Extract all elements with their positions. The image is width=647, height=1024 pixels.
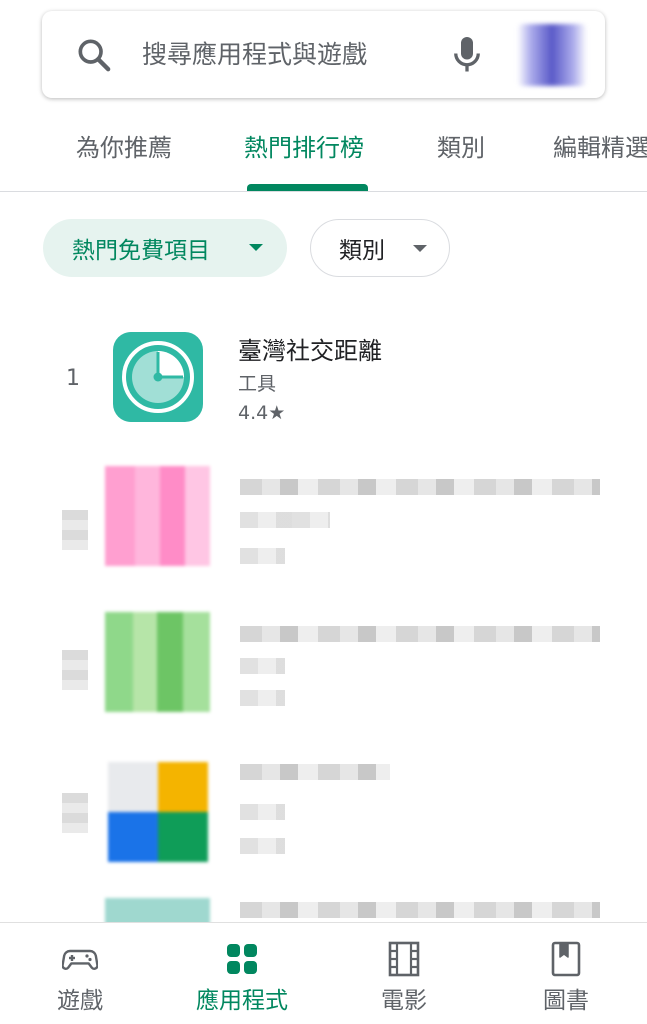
microphone-icon[interactable] [449, 33, 485, 77]
tab-top-charts[interactable]: 熱門排行榜 [244, 128, 364, 163]
top-free-chip[interactable]: 熱門免費項目 [43, 219, 287, 277]
dropdown-arrow-icon [413, 245, 427, 252]
book-icon [551, 941, 581, 977]
category-chip-label: 類別 [339, 238, 385, 264]
tab-editors-choice[interactable]: 編輯精選 [553, 128, 647, 163]
bottom-navigation: 遊戲 應用程式 電影 圖書 [0, 922, 647, 1024]
blurred-app-icon [105, 612, 210, 712]
nav-games[interactable]: 遊戲 [0, 923, 160, 1024]
app-name: 臺灣社交距離 [238, 337, 382, 365]
tab-indicator [247, 184, 368, 191]
category-chip[interactable]: 類別 [310, 219, 450, 277]
search-bar[interactable] [42, 11, 605, 98]
rank-number: 1 [66, 366, 80, 391]
blurred-rank [62, 510, 88, 550]
search-input[interactable] [142, 31, 442, 77]
blurred-app-rating [240, 690, 285, 706]
blurred-app-name [240, 479, 600, 495]
avatar[interactable] [517, 24, 587, 86]
apps-grid-icon [227, 944, 257, 974]
dropdown-arrow-icon [249, 244, 263, 251]
search-icon[interactable] [74, 35, 114, 75]
social-distance-logo-icon [122, 341, 194, 413]
tab-for-you[interactable]: 為你推薦 [76, 128, 172, 163]
blurred-app-icon [105, 466, 210, 566]
blurred-app-category [240, 804, 285, 820]
app-rating: 4.4★ [238, 402, 286, 424]
blurred-app-name [240, 902, 600, 918]
nav-movies-label: 電影 [381, 988, 427, 1014]
tab-categories[interactable]: 類別 [437, 128, 485, 163]
blurred-app-name [240, 764, 390, 780]
nav-apps[interactable]: 應用程式 [162, 923, 322, 1024]
app-category: 工具 [238, 373, 277, 395]
nav-movies[interactable]: 電影 [324, 923, 484, 1024]
app-icon[interactable] [113, 332, 203, 422]
blurred-app-category [240, 658, 285, 674]
gamepad-icon [62, 949, 98, 970]
nav-apps-label: 應用程式 [196, 988, 288, 1014]
blurred-app-category [240, 512, 330, 528]
blurred-app-rating [240, 548, 285, 564]
blurred-app-icon [108, 762, 208, 862]
blurred-app-rating [240, 838, 285, 854]
nav-games-label: 遊戲 [57, 988, 103, 1014]
blurred-app-name [240, 626, 600, 642]
blurred-rank [62, 650, 88, 690]
nav-books-label: 圖書 [543, 988, 589, 1014]
blurred-rank [62, 793, 88, 833]
top-tabs: 為你推薦 熱門排行榜 類別 編輯精選 [0, 108, 647, 192]
nav-books[interactable]: 圖書 [486, 923, 646, 1024]
top-free-chip-label: 熱門免費項目 [72, 238, 210, 264]
film-icon [388, 941, 420, 977]
